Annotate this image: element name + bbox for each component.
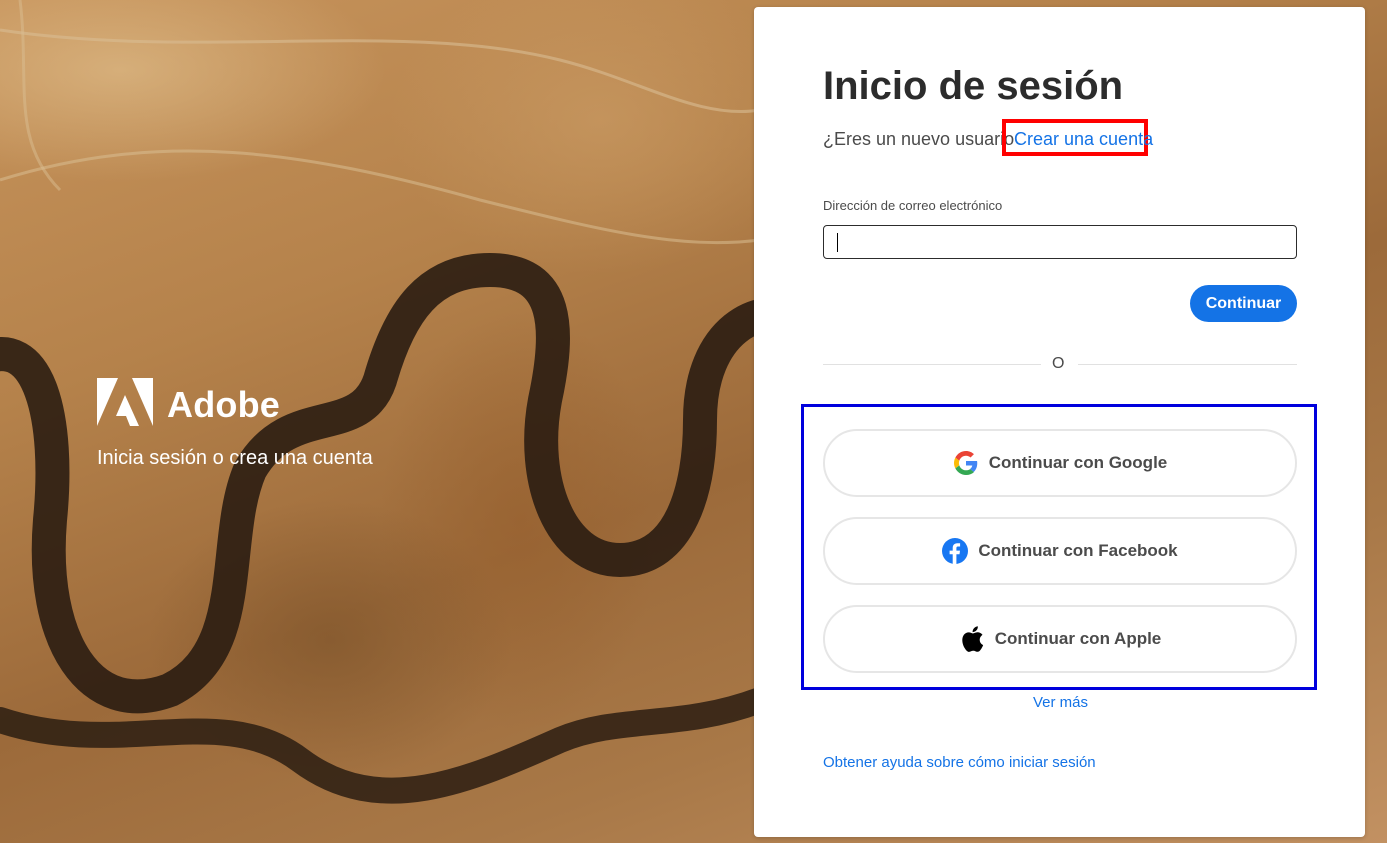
email-label: Dirección de correo electrónico — [823, 198, 1003, 213]
google-button-label: Continuar con Google — [988, 453, 1168, 472]
adobe-logo-icon — [97, 378, 153, 431]
google-signin-button[interactable]: Continuar con Google — [823, 429, 1297, 497]
facebook-button-label: Continuar con Facebook — [978, 541, 1178, 560]
brand-tagline: Inicia sesión o crea una cuenta — [97, 447, 373, 469]
signin-help-link[interactable]: Obtener ayuda sobre cómo iniciar sesión — [823, 754, 1096, 771]
brand-row: Adobe — [97, 378, 373, 431]
apple-signin-button[interactable]: Continuar con Apple — [823, 605, 1297, 673]
apple-button-label: Continuar con Apple — [994, 629, 1162, 648]
google-icon — [953, 450, 979, 476]
continue-button[interactable]: Continuar — [1190, 285, 1297, 322]
divider-line-right — [1078, 364, 1297, 365]
page: Adobe Inicia sesión o crea una cuenta In… — [0, 0, 1387, 843]
apple-icon — [959, 626, 985, 652]
page-title: Inicio de sesión — [823, 64, 1124, 108]
text-cursor — [837, 233, 838, 252]
divider-line-left — [823, 364, 1041, 365]
signin-card: Inicio de sesión ¿Eres un nuevo usuario … — [754, 7, 1365, 837]
create-account-link[interactable]: Crear una cuenta — [1002, 119, 1153, 156]
email-field[interactable] — [823, 225, 1297, 259]
more-options-link[interactable]: Ver más — [1033, 694, 1088, 711]
divider-text: O — [1052, 355, 1065, 372]
facebook-signin-button[interactable]: Continuar con Facebook — [823, 517, 1297, 585]
new-user-prompt: ¿Eres un nuevo usuario — [823, 129, 1015, 149]
brand-name: Adobe — [167, 383, 280, 425]
facebook-icon — [942, 538, 969, 564]
brand-panel: Adobe Inicia sesión o crea una cuenta — [97, 378, 373, 471]
